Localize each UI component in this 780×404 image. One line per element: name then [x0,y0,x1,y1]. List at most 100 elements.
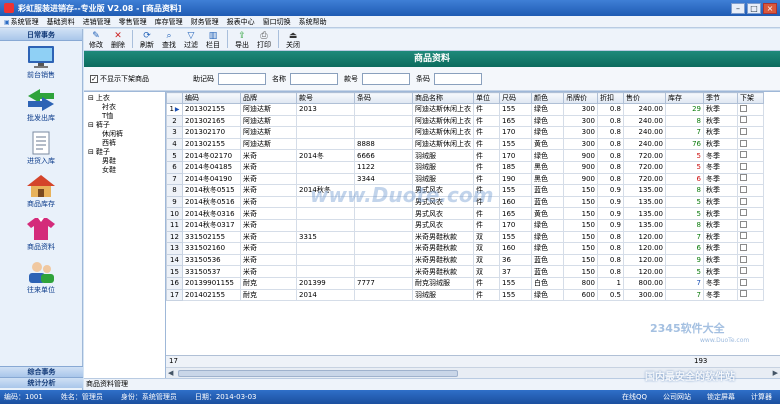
table-cell[interactable]: 201302165 [182,115,241,128]
find-button[interactable]: ⌕ 查找 [159,29,179,50]
table-cell[interactable]: 羽绒服 [412,161,474,174]
tree-node[interactable]: 女鞋 [88,166,165,175]
table-cell[interactable]: 3315 [296,231,355,244]
column-header[interactable]: 商品名称 [412,92,474,104]
row-number[interactable]: 1▶ [166,103,183,116]
table-cell[interactable]: 76 [665,138,704,151]
row-number[interactable]: 17 [166,288,183,302]
table-cell[interactable]: 2014秋冬0516 [182,196,241,209]
row-number[interactable]: 9 [166,195,183,209]
offshelf-checkbox[interactable] [737,219,764,232]
table-cell[interactable] [354,184,413,197]
table-cell[interactable]: 300 [563,115,598,128]
table-row[interactable]: 2 201302165 阿迪达斯 阿迪达斯休闲上衣件 165 绿色 300 0.8 240.00… [166,114,764,128]
table-cell[interactable]: 0.5 [597,289,624,302]
row-number[interactable]: 16 [166,276,183,290]
table-cell[interactable]: 0.9 [597,196,624,209]
row-number[interactable]: 8 [166,184,183,197]
table-cell[interactable]: 0.8 [597,149,624,162]
table-cell[interactable]: 6 [665,173,704,186]
row-number[interactable]: 2 [166,114,183,128]
table-cell[interactable]: 0.8 [597,138,624,151]
table-cell[interactable]: 0.8 [597,103,624,116]
table-cell[interactable]: 男式风衣 [412,219,474,232]
table-cell[interactable]: 米奇 [240,173,297,186]
tree-node[interactable]: 西裤 [88,139,165,148]
table-row[interactable]: 5 2014冬02170 米奇 2014冬 6666 羽绒服件 170 绿色 900 0.8 720… [166,149,764,162]
table-cell[interactable]: 阿迪达斯 [240,115,297,128]
table-cell[interactable]: 240.00 [623,126,666,139]
table-cell[interactable]: 300 [563,126,598,139]
maximize-icon[interactable]: □ [747,2,761,14]
table-cell[interactable]: 男式风衣 [412,196,474,209]
table-cell[interactable]: 120.00 [623,231,666,244]
table-cell[interactable]: 米奇 [240,196,297,209]
table-cell[interactable]: 190 [499,173,532,186]
table-cell[interactable]: 0.8 [597,173,624,186]
table-cell[interactable]: 米奇男鞋秋款 [412,265,474,278]
table-cell[interactable]: 7 [665,289,704,302]
table-cell[interactable]: 0.8 [597,126,624,139]
delete-button[interactable]: ✕ 删除 [108,29,128,50]
table-cell[interactable] [354,196,413,209]
table-cell[interactable]: 33150537 [182,265,241,278]
column-header[interactable]: 季节 [703,92,738,104]
table-cell[interactable]: 600 [563,289,598,302]
table-cell[interactable]: 331502155 [182,231,241,244]
table-cell[interactable]: 阿迪达斯 [240,103,297,116]
table-cell[interactable]: 蓝色 [531,265,564,278]
table-cell[interactable]: 件 [473,138,500,151]
table-cell[interactable]: 米奇男鞋秋款 [412,254,474,267]
print-button[interactable]: ⎙ 打印 [254,29,274,50]
table-cell[interactable]: 135.00 [623,207,666,220]
table-cell[interactable]: 件 [473,173,500,186]
table-cell[interactable]: 900 [563,173,598,186]
table-cell[interactable]: 秋季 [703,196,738,209]
close-window-icon[interactable]: × [763,2,777,14]
sidebar-item-purchase-in[interactable]: 进货入库 [0,131,82,169]
table-cell[interactable]: 秋季 [703,265,738,278]
table-cell[interactable]: 米奇男鞋秋款 [412,242,474,255]
table-cell[interactable]: 耐克羽绒服 [412,277,474,290]
edit-button[interactable]: ✎ 修改 [86,29,106,50]
table-cell[interactable]: 耐克 [240,277,297,290]
offshelf-checkbox[interactable] [737,149,764,162]
row-number[interactable]: 14 [166,253,183,267]
table-cell[interactable] [296,265,355,278]
table-cell[interactable]: 阿迪达斯休闲上衣 [412,103,474,116]
offshelf-checkbox[interactable] [737,231,764,244]
table-cell[interactable]: 件 [473,115,500,128]
scroll-thumb[interactable] [178,370,458,377]
row-number[interactable]: 13 [166,242,183,255]
table-cell[interactable] [296,254,355,267]
table-cell[interactable]: 0.8 [597,115,624,128]
table-cell[interactable]: 米奇 [240,219,297,232]
table-cell[interactable]: 冬季 [703,289,738,302]
table-cell[interactable]: 秋季 [703,231,738,244]
table-cell[interactable]: 201302170 [182,126,241,139]
table-cell[interactable]: 201402155 [182,289,241,302]
table-cell[interactable] [354,289,413,302]
sidebar-item-retail-sale[interactable]: 前台销售 [0,45,82,83]
table-cell[interactable]: 6 [665,242,704,255]
table-cell[interactable]: 阿迪达斯 [240,138,297,151]
close-button[interactable]: ⏏ 关闭 [283,29,303,50]
table-cell[interactable]: 件 [473,103,500,116]
columns-button[interactable]: ▥ 栏目 [203,29,223,50]
table-cell[interactable]: 0.8 [597,265,624,278]
table-cell[interactable]: 29 [665,103,704,116]
table-cell[interactable]: 羽绒服 [412,289,474,302]
offshelf-checkbox[interactable] [737,161,764,174]
table-cell[interactable] [354,103,413,116]
table-cell[interactable]: 2014冬04185 [182,161,241,174]
table-cell[interactable]: 件 [473,184,500,197]
table-row[interactable]: 9 2014秋冬0516 米奇 男式风衣件 160 蓝色 150 0.9 135.00 5 秋季 [166,195,764,209]
table-cell[interactable]: 秋季 [703,115,738,128]
sidebar-item-product-info[interactable]: 商品资料 [0,217,82,255]
row-number[interactable]: 15 [166,265,183,278]
table-cell[interactable]: 双 [473,265,500,278]
table-cell[interactable] [354,207,413,220]
table-cell[interactable]: 2013 [296,103,355,116]
table-cell[interactable]: 蓝色 [531,254,564,267]
table-cell[interactable] [296,196,355,209]
